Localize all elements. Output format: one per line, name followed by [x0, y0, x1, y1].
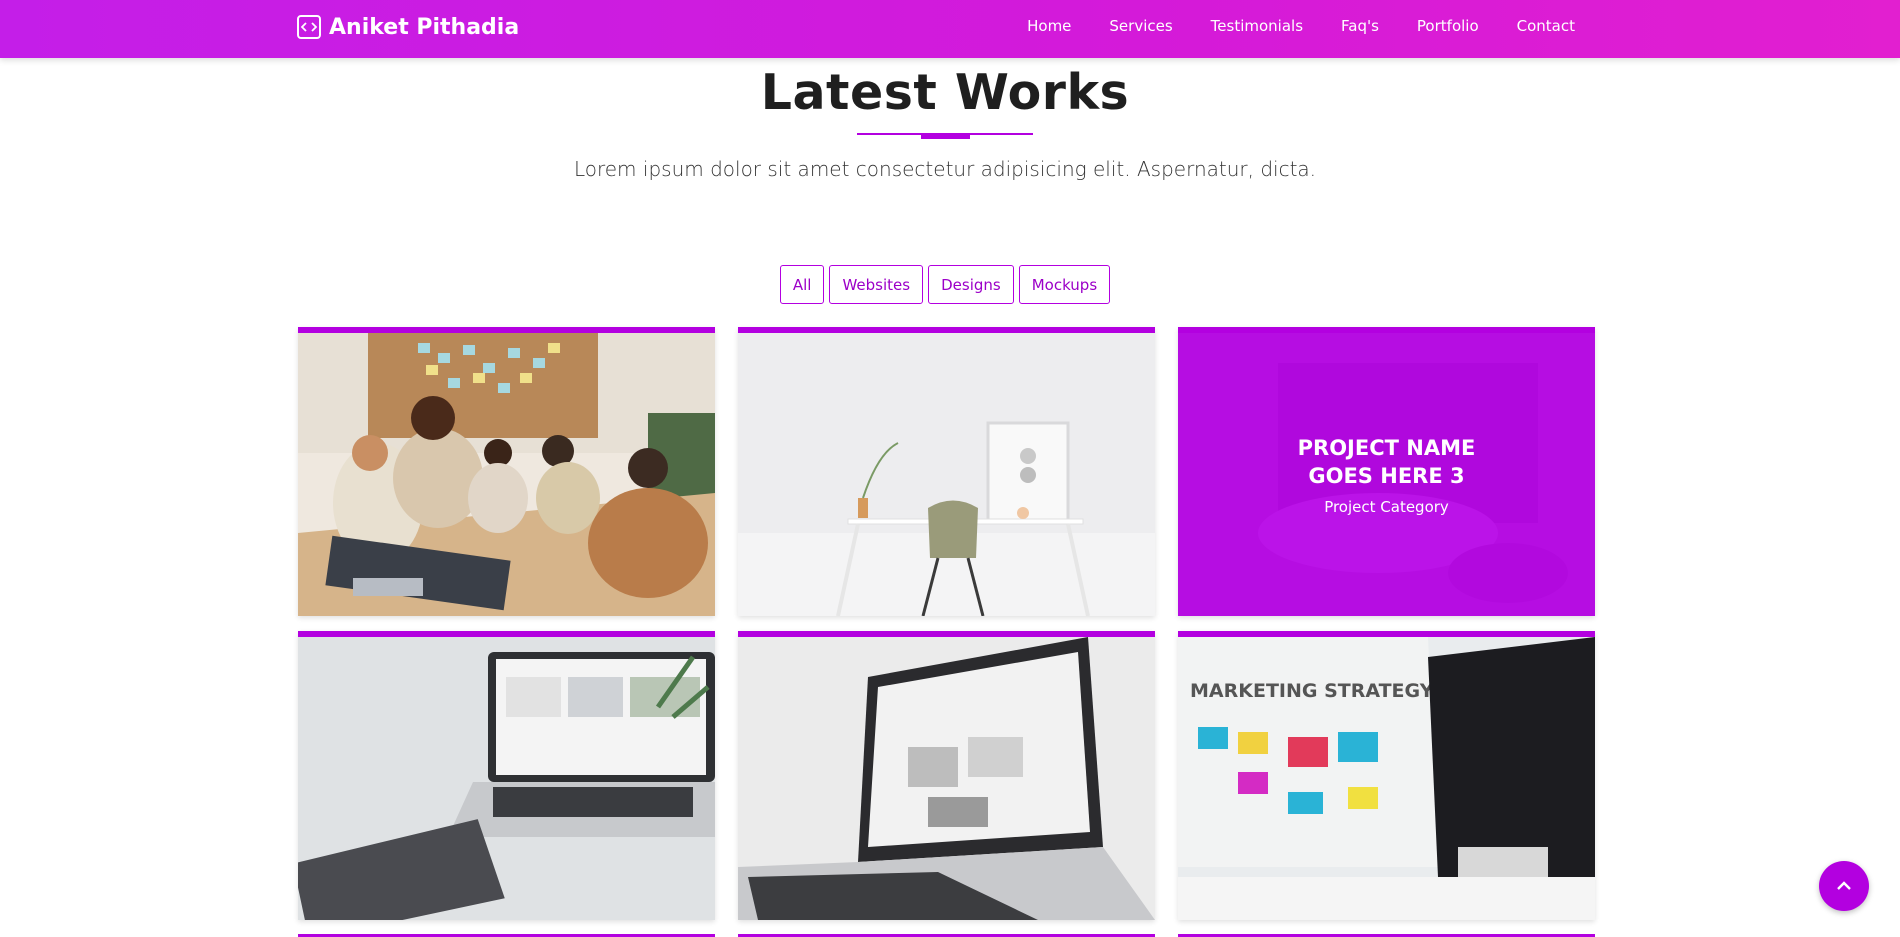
portfolio-item[interactable] [298, 631, 715, 920]
project-image-macbook [738, 637, 1155, 920]
portfolio-item[interactable]: PROJECT NAME GOES HERE 3 Project Categor… [1178, 327, 1595, 616]
section-title: Latest Works [760, 64, 1130, 121]
filter-websites[interactable]: Websites [829, 265, 924, 304]
nav-home[interactable]: Home [1027, 17, 1071, 35]
project-name: PROJECT NAME GOES HERE 3 [1297, 435, 1476, 488]
nav-links: Home Services Testimonials Faq's Portfol… [1027, 0, 1575, 52]
scroll-top-button[interactable] [1819, 861, 1869, 911]
filter-all[interactable]: All [779, 265, 825, 304]
nav-contact[interactable]: Contact [1517, 17, 1575, 35]
portfolio-filters: All Websites Designs Mockups [0, 265, 1890, 304]
project-image-team-meeting [298, 333, 715, 616]
brand-name: Aniket Pithadia [329, 14, 520, 40]
svg-text:MARKETING STRATEGY: MARKETING STRATEGY [1190, 680, 1434, 702]
chevron-up-icon [1837, 881, 1851, 890]
code-icon [297, 15, 321, 39]
filter-mockups[interactable]: Mockups [1018, 265, 1111, 304]
nav-services[interactable]: Services [1109, 17, 1172, 35]
project-hover-overlay[interactable]: PROJECT NAME GOES HERE 3 Project Categor… [1178, 333, 1595, 616]
portfolio-item[interactable]: MARKETING STRATEGY [1178, 631, 1595, 920]
project-image-laptop-notebook [298, 637, 715, 920]
portfolio-item[interactable] [738, 631, 1155, 920]
project-category: Project Category [1324, 497, 1449, 516]
title-underline-accent [921, 133, 970, 139]
brand-logo[interactable]: Aniket Pithadia [297, 12, 519, 42]
project-image-minimal-desk [738, 333, 1155, 616]
portfolio-item[interactable] [298, 327, 715, 616]
nav-faqs[interactable]: Faq's [1341, 17, 1379, 35]
portfolio-item[interactable] [738, 327, 1155, 616]
section-subtitle: Lorem ipsum dolor sit amet consectetur a… [573, 157, 1317, 181]
filter-designs[interactable]: Designs [928, 265, 1014, 304]
nav-testimonials[interactable]: Testimonials [1211, 17, 1303, 35]
navbar: Aniket Pithadia Home Services Testimonia… [0, 0, 1900, 58]
project-image-marketing-strategy: MARKETING STRATEGY [1178, 637, 1595, 920]
nav-portfolio[interactable]: Portfolio [1417, 17, 1479, 35]
